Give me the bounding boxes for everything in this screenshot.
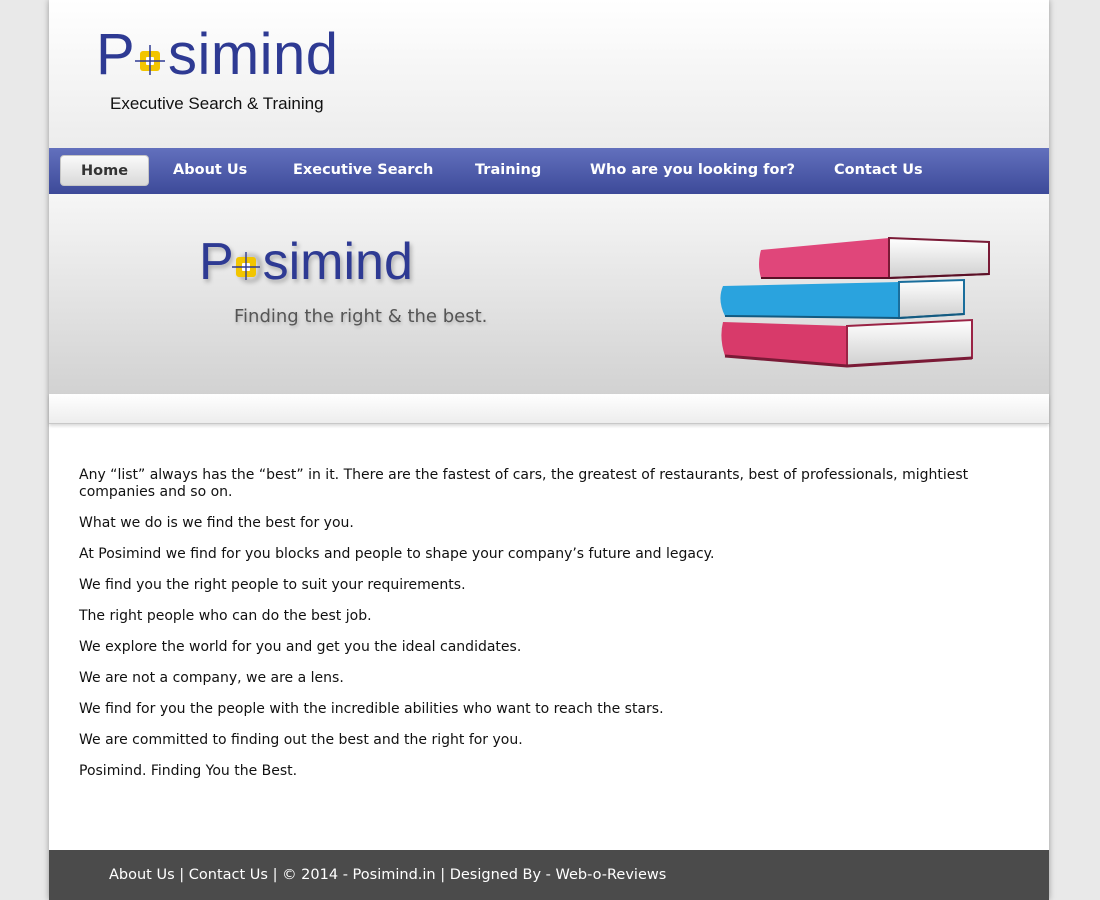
paragraph: We find for you the people with the incr… xyxy=(79,701,664,717)
hero-banner: Posimind Finding the right & the best. xyxy=(49,194,1049,394)
banner-divider-strip xyxy=(49,394,1049,424)
banner-crosshair-icon xyxy=(232,252,260,280)
footer: About Us | Contact Us | © 2014 - Posimin… xyxy=(49,850,1049,900)
paragraph: We find you the right people to suit you… xyxy=(79,577,466,593)
paragraph: At Posimind we find for you blocks and p… xyxy=(79,546,715,562)
page: Posimind Executive Search & Training Hom… xyxy=(49,0,1049,900)
nav-contact-us[interactable]: Contact Us xyxy=(834,148,923,194)
paragraph: Posimind. Finding You the Best. xyxy=(79,763,298,779)
footer-designer-link[interactable]: Web-o-Reviews xyxy=(556,867,667,883)
footer-separator: | xyxy=(435,867,450,883)
nav-training[interactable]: Training xyxy=(475,148,541,194)
footer-copyright: © 2014 - Posimind.in xyxy=(282,867,436,883)
footer-about-us-link[interactable]: About Us xyxy=(109,867,175,883)
paragraph: Any “list” always has the “best” in it. … xyxy=(79,467,969,500)
footer-row: About Us | Contact Us | © 2014 - Posimin… xyxy=(109,867,666,883)
logo-tagline: Executive Search & Training xyxy=(110,94,324,113)
paragraph: The right people who can do the best job… xyxy=(79,608,372,624)
site-logo[interactable]: Posimind Executive Search & Training xyxy=(96,24,366,124)
footer-separator: | xyxy=(267,867,283,883)
nav-who-are-you-looking-for[interactable]: Who are you looking for? xyxy=(590,148,795,194)
footer-separator: | xyxy=(174,867,189,883)
nav-home[interactable]: Home xyxy=(60,155,150,186)
footer-designed-by: Designed By - xyxy=(449,867,556,883)
nav-executive-search[interactable]: Executive Search xyxy=(293,148,433,194)
main-nav: Home About Us Executive Search Training … xyxy=(49,148,1049,194)
banner-logo: Posimind xyxy=(199,234,459,294)
main-content: Any “list” always has the “best” in it. … xyxy=(79,467,979,794)
banner-tagline: Finding the right & the best. xyxy=(234,306,488,327)
footer-contact-us-link[interactable]: Contact Us xyxy=(189,867,268,883)
paragraph: We are not a company, we are a lens. xyxy=(79,670,344,686)
stacked-books-icon xyxy=(720,236,990,368)
logo-crosshair-icon xyxy=(135,45,165,75)
paragraph: We are committed to finding out the best… xyxy=(79,732,523,748)
paragraph: We explore the world for you and get you… xyxy=(79,639,522,655)
header: Posimind Executive Search & Training xyxy=(49,0,1049,148)
nav-about-us[interactable]: About Us xyxy=(173,148,247,194)
logo-wordmark: Posimind xyxy=(96,22,339,87)
paragraph: What we do is we find the best for you. xyxy=(79,515,354,531)
